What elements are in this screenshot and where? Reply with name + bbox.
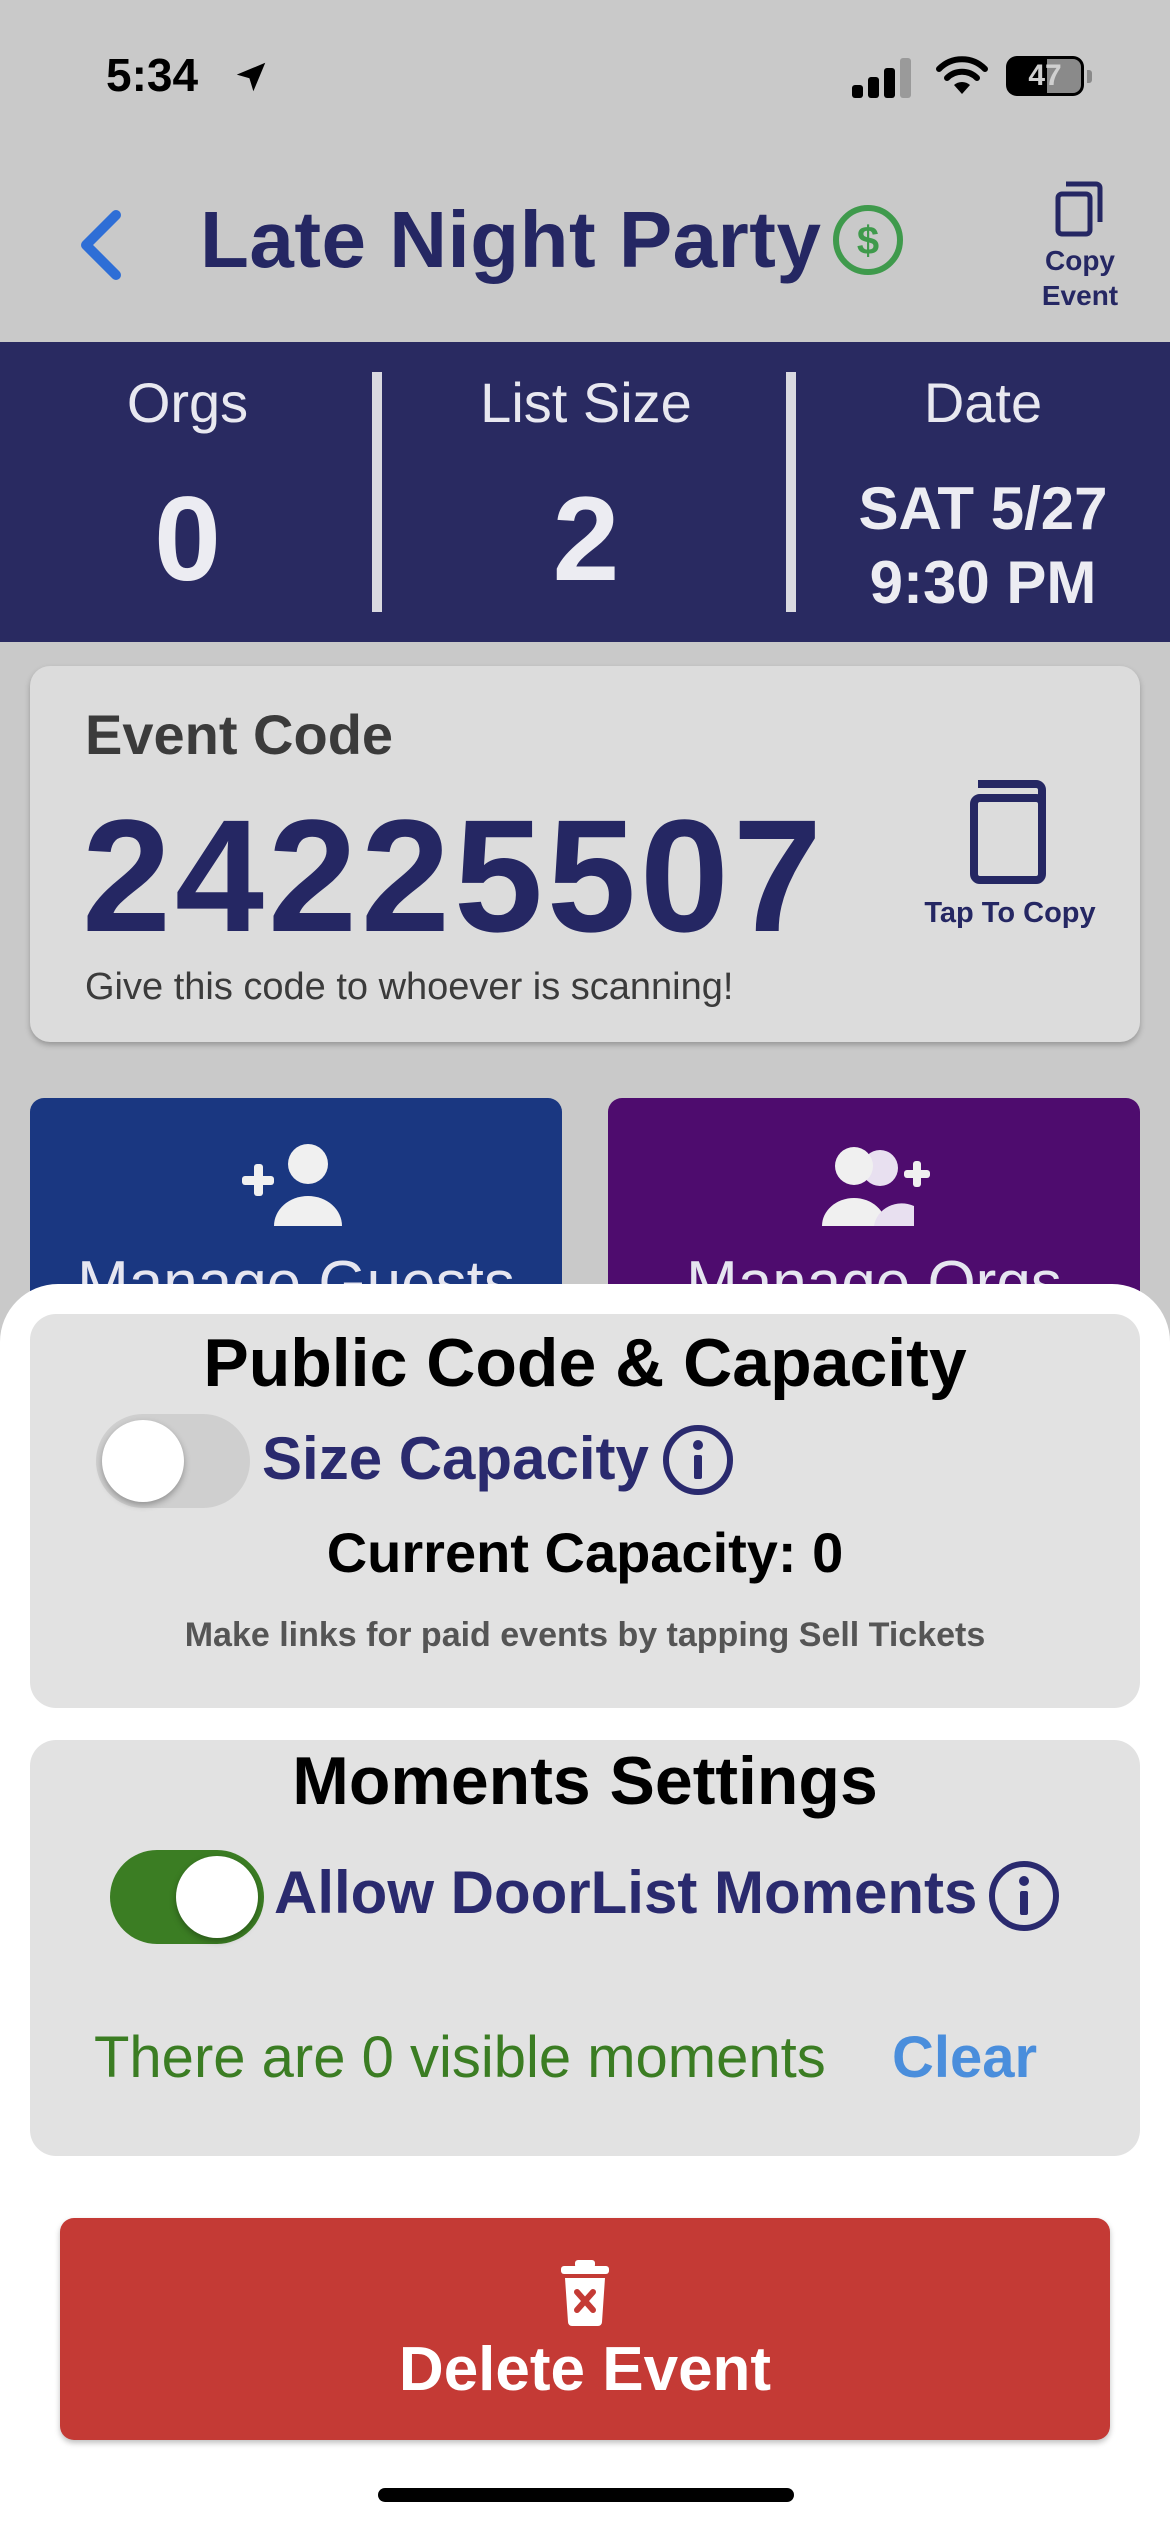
dollar-circle-icon[interactable]: $: [831, 203, 905, 277]
delete-event-label: Delete Event: [398, 2335, 772, 2404]
home-indicator: [378, 2488, 794, 2502]
event-code-hint: Give this code to whoever is scanning!: [85, 966, 734, 1008]
allow-moments-toggle[interactable]: [110, 1850, 264, 1944]
event-code-title: Event Code: [85, 703, 394, 766]
copy-event-label: Copy Event: [1041, 245, 1119, 311]
moments-panel-title: Moments Settings: [292, 1743, 878, 1819]
clear-moments-button[interactable]: Clear: [892, 2024, 1037, 2091]
public-panel-title: Public Code & Capacity: [203, 1325, 967, 1401]
info-circle-icon[interactable]: [986, 1858, 1062, 1934]
list-size-value: 2: [552, 472, 620, 606]
status-bar: 5:34 47: [0, 0, 1170, 150]
date-label: Date: [923, 371, 1043, 434]
location-arrow-icon: [236, 62, 266, 92]
date-value: SAT 5/27 9:30 PM: [796, 472, 1170, 620]
event-settings-sheet: Public Code & Capacity Size Capacity Cur…: [0, 1284, 1170, 2532]
size-capacity-label: Size Capacity: [262, 1425, 649, 1492]
allow-moments-label: Allow DoorList Moments: [274, 1859, 978, 1926]
battery-icon: 47: [1006, 56, 1084, 96]
group-add-icon: [822, 1147, 930, 1226]
person-add-icon: [242, 1144, 342, 1226]
cellular-signal-icon: [852, 58, 914, 98]
copy-icon: [1055, 181, 1103, 237]
delete-event-button[interactable]: Delete Event: [60, 2218, 1110, 2440]
stat-date: Date SAT 5/27 9:30 PM: [796, 342, 1170, 642]
info-circle-icon[interactable]: [660, 1422, 736, 1498]
event-title-row: Late Night Party $: [200, 190, 905, 290]
list-size-label: List Size: [480, 371, 692, 434]
stat-divider: [786, 372, 796, 612]
stat-divider: [372, 372, 382, 612]
stat-orgs: Orgs 0: [0, 342, 375, 642]
current-capacity: Current Capacity: 0: [326, 1521, 844, 1584]
sell-tickets-hint: Make links for paid events by tapping Se…: [184, 1616, 986, 1654]
public-code-capacity-panel: Public Code & Capacity Size Capacity Cur…: [30, 1314, 1140, 1708]
copy-icon: [970, 780, 1046, 884]
size-capacity-toggle[interactable]: [96, 1414, 250, 1508]
orgs-value: 0: [154, 472, 221, 606]
moments-settings-panel: Moments Settings Allow DoorList Moments …: [30, 1740, 1140, 2156]
event-code-card: Event Code 24225507 Give this code to wh…: [30, 666, 1140, 1042]
trash-icon: [561, 2260, 609, 2326]
battery-level: 47: [1028, 59, 1062, 92]
date-day: SAT 5/27: [858, 475, 1108, 542]
tap-to-copy-label: Tap To Copy: [924, 897, 1096, 929]
page-title: Late Night Party: [200, 195, 822, 284]
status-time: 5:34: [106, 49, 199, 101]
date-time: 9:30 PM: [869, 549, 1097, 616]
event-code-value: 24225507: [82, 786, 826, 965]
visible-moments-count: There are 0 visible moments: [94, 2025, 826, 2090]
back-chevron-icon[interactable]: [72, 205, 132, 285]
tap-to-copy-button[interactable]: Tap To Copy: [910, 776, 1110, 930]
orgs-label: Orgs: [126, 371, 249, 434]
copy-event-button[interactable]: Copy Event: [1030, 178, 1130, 313]
svg-text:$: $: [857, 219, 879, 263]
wifi-icon: [936, 56, 988, 94]
event-stats-bar: Orgs 0 List Size 2 Date SAT 5/27 9:30 PM: [0, 342, 1170, 642]
stat-list-size: List Size 2: [382, 342, 790, 642]
